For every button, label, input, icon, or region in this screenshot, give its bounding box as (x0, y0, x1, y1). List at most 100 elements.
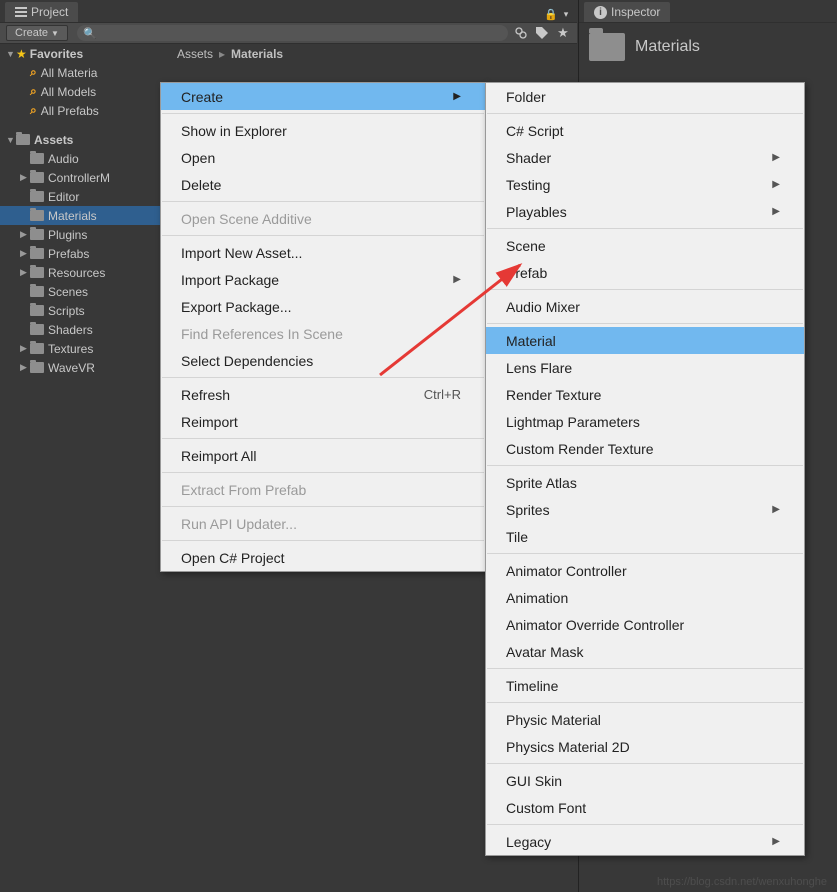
menu-item-render-texture[interactable]: Render Texture (486, 381, 804, 408)
asset-item-wavevr[interactable]: ▶WaveVR (0, 358, 167, 377)
inspector-tab-label: Inspector (611, 5, 660, 19)
menu-item-import-package[interactable]: Import Package▶ (161, 266, 485, 293)
asset-item-controllerm[interactable]: ▶ControllerM (0, 168, 167, 187)
menu-item-animation[interactable]: Animation (486, 584, 804, 611)
menu-separator (487, 668, 803, 669)
asset-item-shaders[interactable]: Shaders (0, 320, 167, 339)
menu-item-label: Sprite Atlas (506, 475, 577, 491)
menu-item-delete[interactable]: Delete (161, 171, 485, 198)
menu-item-open[interactable]: Open (161, 144, 485, 171)
create-button[interactable]: Create ▼ (6, 25, 68, 41)
menu-item-extract-from-prefab: Extract From Prefab (161, 476, 485, 503)
menu-item-label: Folder (506, 89, 546, 105)
menu-item-import-new-asset[interactable]: Import New Asset... (161, 239, 485, 266)
menu-item-shader[interactable]: Shader▶ (486, 144, 804, 171)
panel-menu-icon[interactable]: ▾ (561, 6, 571, 22)
menu-item-open-c-project[interactable]: Open C# Project (161, 544, 485, 571)
menu-item-sprites[interactable]: Sprites▶ (486, 496, 804, 523)
menu-item-avatar-mask[interactable]: Avatar Mask (486, 638, 804, 665)
asset-item-materials[interactable]: Materials (0, 206, 167, 225)
asset-item-prefabs[interactable]: ▶Prefabs (0, 244, 167, 263)
menu-item-label: Lightmap Parameters (506, 414, 640, 430)
inspector-tab[interactable]: i Inspector (584, 2, 670, 22)
menu-item-label: Animator Controller (506, 563, 627, 579)
asset-item-editor[interactable]: Editor (0, 187, 167, 206)
menu-item-tile[interactable]: Tile (486, 523, 804, 550)
menu-item-gui-skin[interactable]: GUI Skin (486, 767, 804, 794)
menu-item-physic-material[interactable]: Physic Material (486, 706, 804, 733)
menu-item-label: Sprites (506, 502, 550, 518)
menu-item-sprite-atlas[interactable]: Sprite Atlas (486, 469, 804, 496)
favorites-section[interactable]: ▼★Favorites (0, 44, 167, 63)
menu-item-label: Custom Render Texture (506, 441, 654, 457)
menu-item-audio-mixer[interactable]: Audio Mixer (486, 293, 804, 320)
menu-item-label: Reimport All (181, 448, 256, 464)
menu-item-reimport[interactable]: Reimport (161, 408, 485, 435)
favorite-filter-icon[interactable]: ★ (555, 25, 571, 41)
project-tab[interactable]: Project (5, 2, 78, 22)
search-input[interactable]: 🔍 (77, 25, 508, 41)
menu-item-c-script[interactable]: C# Script (486, 117, 804, 144)
menu-item-animator-controller[interactable]: Animator Controller (486, 557, 804, 584)
menu-item-show-in-explorer[interactable]: Show in Explorer (161, 117, 485, 144)
favorites-item-2[interactable]: ⌕All Prefabs (0, 101, 167, 120)
favorites-item-0[interactable]: ⌕All Materia (0, 63, 167, 82)
menu-shortcut: Ctrl+R (424, 387, 461, 402)
breadcrumb-root[interactable]: Assets (177, 47, 213, 61)
menu-item-material[interactable]: Material (486, 327, 804, 354)
lock-icon[interactable]: 🔒 (543, 6, 559, 22)
menu-item-label: GUI Skin (506, 773, 562, 789)
menu-item-prefab[interactable]: Prefab (486, 259, 804, 286)
menu-item-create[interactable]: Create▶ (161, 83, 485, 110)
menu-item-open-scene-additive: Open Scene Additive (161, 205, 485, 232)
menu-item-animator-override-controller[interactable]: Animator Override Controller (486, 611, 804, 638)
menu-separator (162, 235, 484, 236)
menu-item-lightmap-parameters[interactable]: Lightmap Parameters (486, 408, 804, 435)
menu-item-label: Timeline (506, 678, 558, 694)
menu-separator (162, 377, 484, 378)
menu-item-label: Import New Asset... (181, 245, 302, 261)
menu-item-label: Animation (506, 590, 568, 606)
menu-item-export-package[interactable]: Export Package... (161, 293, 485, 320)
menu-item-label: Lens Flare (506, 360, 572, 376)
menu-item-label: Create (181, 89, 223, 105)
asset-item-plugins[interactable]: ▶Plugins (0, 225, 167, 244)
asset-item-textures[interactable]: ▶Textures (0, 339, 167, 358)
breadcrumb-current[interactable]: Materials (231, 47, 283, 61)
project-header: Project 🔒 ▾ (0, 0, 577, 22)
folder-icon (30, 153, 44, 164)
asset-item-scenes[interactable]: Scenes (0, 282, 167, 301)
menu-item-custom-render-texture[interactable]: Custom Render Texture (486, 435, 804, 462)
menu-item-playables[interactable]: Playables▶ (486, 198, 804, 225)
menu-item-scene[interactable]: Scene (486, 232, 804, 259)
filter-label-icon[interactable] (534, 25, 550, 41)
menu-item-label: Shader (506, 150, 551, 166)
menu-item-testing[interactable]: Testing▶ (486, 171, 804, 198)
menu-item-select-dependencies[interactable]: Select Dependencies (161, 347, 485, 374)
folder-icon (30, 229, 44, 240)
filter-type-icon[interactable] (513, 25, 529, 41)
menu-item-label: Testing (506, 177, 550, 193)
folder-icon (30, 248, 44, 259)
hamburger-icon (15, 5, 27, 19)
assets-section[interactable]: ▼Assets (0, 130, 167, 149)
asset-item-audio[interactable]: Audio (0, 149, 167, 168)
menu-item-label: Custom Font (506, 800, 586, 816)
chevron-right-icon: ▶ (453, 274, 461, 285)
favorites-item-1[interactable]: ⌕All Models (0, 82, 167, 101)
menu-item-run-api-updater: Run API Updater... (161, 510, 485, 537)
menu-item-legacy[interactable]: Legacy▶ (486, 828, 804, 855)
menu-item-folder[interactable]: Folder (486, 83, 804, 110)
asset-item-scripts[interactable]: Scripts (0, 301, 167, 320)
menu-item-physics-material-2d[interactable]: Physics Material 2D (486, 733, 804, 760)
menu-item-lens-flare[interactable]: Lens Flare (486, 354, 804, 381)
menu-item-label: Scene (506, 238, 546, 254)
chevron-right-icon: ▸ (219, 47, 225, 61)
menu-item-reimport-all[interactable]: Reimport All (161, 442, 485, 469)
menu-item-refresh[interactable]: RefreshCtrl+R (161, 381, 485, 408)
menu-item-custom-font[interactable]: Custom Font (486, 794, 804, 821)
menu-item-timeline[interactable]: Timeline (486, 672, 804, 699)
menu-item-label: C# Script (506, 123, 564, 139)
menu-item-label: Playables (506, 204, 567, 220)
asset-item-resources[interactable]: ▶Resources (0, 263, 167, 282)
